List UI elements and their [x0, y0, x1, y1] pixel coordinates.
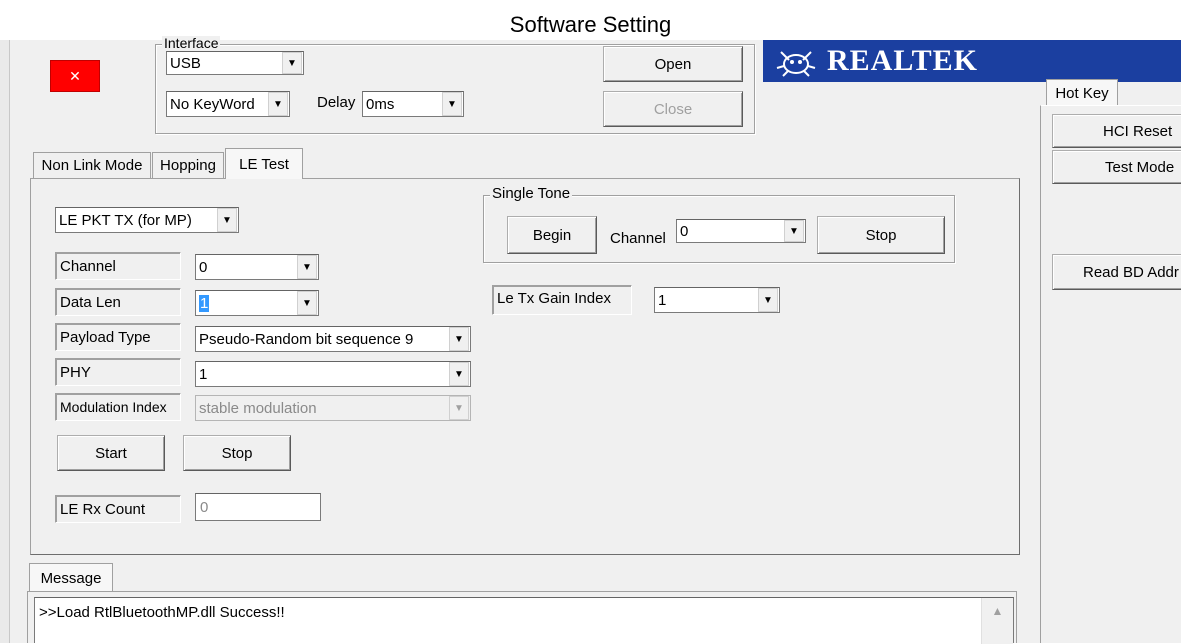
- le-mode-select[interactable]: LE PKT TX (for MP) ▼: [55, 207, 239, 233]
- modulation-index-select[interactable]: stable modulation ▼: [195, 395, 471, 421]
- hci-reset-button[interactable]: HCI Reset: [1052, 114, 1181, 148]
- left-edge-strip: [0, 40, 10, 643]
- tab-message[interactable]: Message: [29, 563, 113, 592]
- phy-value: 1: [199, 365, 208, 383]
- chevron-down-icon: ▼: [449, 362, 469, 386]
- le-rx-count-field[interactable]: 0: [195, 493, 321, 521]
- read-bd-addr-label: Read BD Addr: [1083, 263, 1179, 281]
- chevron-down-icon: ▼: [449, 396, 469, 420]
- chevron-down-icon: ▼: [297, 291, 317, 315]
- interface-value: USB: [170, 54, 201, 72]
- le-rx-count-value: 0: [200, 498, 209, 516]
- read-bd-addr-button[interactable]: Read BD Addr: [1052, 254, 1181, 290]
- realtek-crab-logo-icon: [776, 51, 816, 77]
- data-len-select[interactable]: 1 ▼: [195, 290, 319, 316]
- test-mode-label: Test Mode: [1105, 158, 1175, 176]
- chevron-down-icon: ▼: [442, 92, 462, 116]
- le-tx-gain-index-value: 1: [658, 291, 667, 309]
- hci-reset-label: HCI Reset: [1103, 122, 1173, 140]
- open-button[interactable]: Open: [603, 46, 743, 82]
- chevron-down-icon: ▼: [784, 220, 804, 242]
- caption: Software Setting: [509, 12, 672, 37]
- chevron-down-icon: ▼: [282, 52, 302, 74]
- start-button[interactable]: Start: [57, 435, 165, 471]
- interface-legend: Interface: [162, 36, 221, 48]
- test-mode-button[interactable]: Test Mode: [1052, 150, 1181, 184]
- delay-select[interactable]: 0ms ▼: [362, 91, 464, 117]
- message-log-text: >>Load RtlBluetoothMP.dll Success!!: [39, 604, 285, 621]
- realtek-banner: REALTEK: [763, 40, 1181, 82]
- data-len-label: Data Len: [55, 288, 181, 316]
- tab-hopping[interactable]: Hopping: [152, 152, 224, 178]
- payload-type-label: Payload Type: [55, 323, 181, 351]
- channel-value: 0: [199, 258, 208, 276]
- hotkey-panel: [1040, 105, 1181, 643]
- single-tone-channel-value: 0: [680, 222, 689, 240]
- scroll-up-icon[interactable]: ▲: [992, 604, 1004, 644]
- channel-select[interactable]: 0 ▼: [195, 254, 319, 280]
- modulation-index-label: Modulation Index: [55, 393, 181, 421]
- channel-label: Channel: [55, 252, 181, 280]
- tab-non-link-mode[interactable]: Non Link Mode: [33, 152, 151, 178]
- interface-select[interactable]: USB ▼: [166, 51, 304, 75]
- close-x-icon: ✕: [69, 67, 81, 84]
- keyword-select[interactable]: No KeyWord ▼: [166, 91, 290, 117]
- stop-button[interactable]: Stop: [183, 435, 291, 471]
- chevron-down-icon: ▼: [268, 92, 288, 116]
- chevron-down-icon: ▼: [297, 255, 317, 279]
- close-button[interactable]: Close: [603, 91, 743, 127]
- phy-label: PHY: [55, 358, 181, 386]
- tab-hot-key[interactable]: Hot Key: [1046, 79, 1118, 106]
- single-tone-legend: Single Tone: [490, 185, 573, 202]
- modulation-index-value: stable modulation: [199, 399, 317, 417]
- keyword-value: No KeyWord: [170, 95, 255, 113]
- status-indicator[interactable]: ✕: [50, 60, 100, 92]
- le-mode-value: LE PKT TX (for MP): [59, 211, 192, 229]
- payload-type-value: Pseudo-Random bit sequence 9: [199, 330, 414, 348]
- realtek-logo-text: REALTEK: [827, 44, 978, 77]
- le-tx-gain-index-label: Le Tx Gain Index: [492, 285, 632, 315]
- single-tone-stop-button[interactable]: Stop: [817, 216, 945, 254]
- phy-select[interactable]: 1 ▼: [195, 361, 471, 387]
- message-log[interactable]: >>Load RtlBluetoothMP.dll Success!! ▲: [34, 597, 1014, 644]
- payload-type-select[interactable]: Pseudo-Random bit sequence 9 ▼: [195, 326, 471, 352]
- chevron-down-icon: ▼: [449, 327, 469, 351]
- single-tone-channel-label: Channel: [610, 230, 666, 247]
- chevron-down-icon: ▼: [217, 208, 237, 232]
- delay-label: Delay: [317, 94, 356, 111]
- tab-le-test[interactable]: LE Test: [225, 148, 303, 179]
- data-len-value: 1: [199, 294, 210, 312]
- le-tx-gain-index-select[interactable]: 1 ▼: [654, 287, 780, 313]
- le-rx-count-label: LE Rx Count: [55, 495, 181, 523]
- message-scrollbar[interactable]: ▲: [981, 598, 1013, 644]
- delay-value: 0ms: [366, 95, 395, 113]
- single-tone-channel-select[interactable]: 0 ▼: [676, 219, 806, 243]
- chevron-down-icon: ▼: [758, 288, 778, 312]
- single-tone-begin-button[interactable]: Begin: [507, 216, 597, 254]
